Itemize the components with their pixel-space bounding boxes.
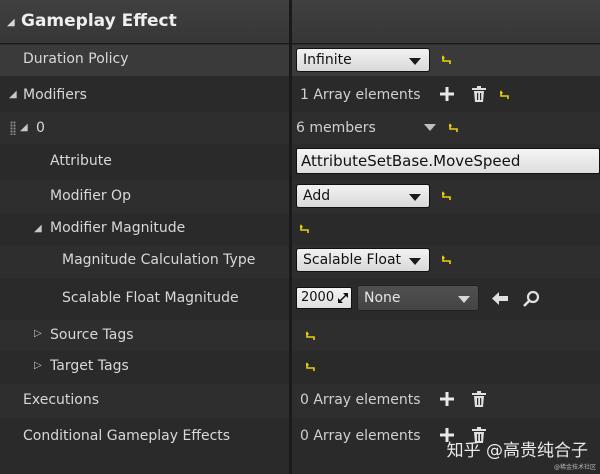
row-attribute: Attribute AttributeSetBase.MoveSpeed [0,145,600,179]
duration-policy-label: Duration Policy [23,51,129,67]
attribute-picker[interactable]: AttributeSetBase.MoveSpeed [296,148,600,174]
duration-policy-value: Infinite [303,52,352,68]
reset-to-default-icon[interactable] [306,362,316,372]
modifiers-summary: 1 Array elements [300,87,421,103]
reset-to-default-icon[interactable] [442,55,452,65]
search-icon[interactable] [523,290,540,307]
watermark-subtext: @稀金技术社区 [553,464,596,471]
reset-to-default-icon[interactable] [442,255,452,265]
modifier-op-dropdown[interactable]: Add [296,184,430,208]
magnitude-calc-type-value: Scalable Float [303,252,402,268]
scalable-float-label: Scalable Float Magnitude [62,290,239,306]
scalable-float-value-input[interactable]: 2000 [296,287,352,309]
reset-to-default-icon[interactable] [306,331,316,341]
chevron-down-icon[interactable] [424,124,436,132]
add-element-icon[interactable] [440,87,454,101]
executions-summary: 0 Array elements [300,392,421,408]
reset-to-default-icon[interactable] [300,224,310,234]
expand-triangle-icon[interactable]: ◢ [9,89,17,100]
expand-arrows-icon [338,293,348,303]
trash-icon[interactable] [472,86,486,102]
add-element-icon[interactable] [440,392,454,406]
modifier-op-label: Modifier Op [50,188,131,204]
chevron-down-icon [458,296,470,303]
chevron-down-icon [409,258,421,265]
collapse-triangle-icon[interactable]: ◢ [7,17,15,28]
row-modifier-op: Modifier Op Add [0,180,600,213]
row-modifier-magnitude: ◢ Modifier Magnitude [0,214,600,244]
column-splitter[interactable] [289,0,292,474]
row-duration-policy: Duration Policy Infinite [0,45,600,76]
watermark-text: 知乎 @高贵纯合子 [446,441,588,461]
row-source-tags: ▷ Source Tags [0,320,600,351]
conditional-effects-summary: 0 Array elements [300,428,421,444]
expand-triangle-icon[interactable]: ◢ [34,223,42,234]
row-target-tags: ▷ Target Tags [0,352,600,383]
chevron-down-icon [409,194,421,201]
element-index-label: 0 [36,120,45,136]
element-members-summary: 6 members [296,120,376,136]
expand-triangle-icon[interactable]: ▷ [34,328,42,339]
gameplay-effect-category-header[interactable]: ◢ Gameplay Effect [0,0,600,44]
expand-triangle-icon[interactable]: ▷ [34,360,42,371]
row-modifiers: ◢ Modifiers 1 Array elements [0,79,600,111]
modifier-op-value: Add [303,188,331,204]
reset-to-default-icon[interactable] [442,191,452,201]
attribute-label: Attribute [50,153,112,169]
arrow-left-icon[interactable] [492,292,508,305]
curve-table-dropdown[interactable]: None [357,285,479,311]
target-tags-label: Target Tags [50,358,129,374]
chevron-down-icon [409,58,421,65]
modifiers-label: Modifiers [23,87,87,103]
scalable-float-value: 2000 [301,290,335,305]
reset-to-default-icon[interactable] [500,90,510,100]
details-panel: ◢ Gameplay Effect Duration Policy Infini… [0,0,600,474]
magnitude-calc-type-label: Magnitude Calculation Type [62,252,256,268]
conditional-effects-label: Conditional Gameplay Effects [23,428,231,444]
curve-table-value: None [364,290,401,306]
row-magnitude-calculation-type: Magnitude Calculation Type Scalable Floa… [0,245,600,278]
magnitude-calc-type-dropdown[interactable]: Scalable Float [296,248,430,272]
attribute-value: AttributeSetBase.MoveSpeed [301,152,521,170]
drag-handle-icon[interactable] [10,121,16,135]
executions-label: Executions [23,392,99,408]
duration-policy-dropdown[interactable]: Infinite [296,48,430,72]
reset-to-default-icon[interactable] [449,123,459,133]
category-title: Gameplay Effect [21,11,177,31]
row-scalable-float-magnitude: Scalable Float Magnitude 2000 None [0,279,600,319]
row-executions: Executions 0 Array elements [0,384,600,418]
modifier-magnitude-label: Modifier Magnitude [50,220,186,236]
row-modifier-element-0: ◢ 0 6 members [0,112,600,144]
source-tags-label: Source Tags [50,327,134,343]
expand-triangle-icon[interactable]: ◢ [20,122,28,133]
trash-icon[interactable] [472,391,486,407]
